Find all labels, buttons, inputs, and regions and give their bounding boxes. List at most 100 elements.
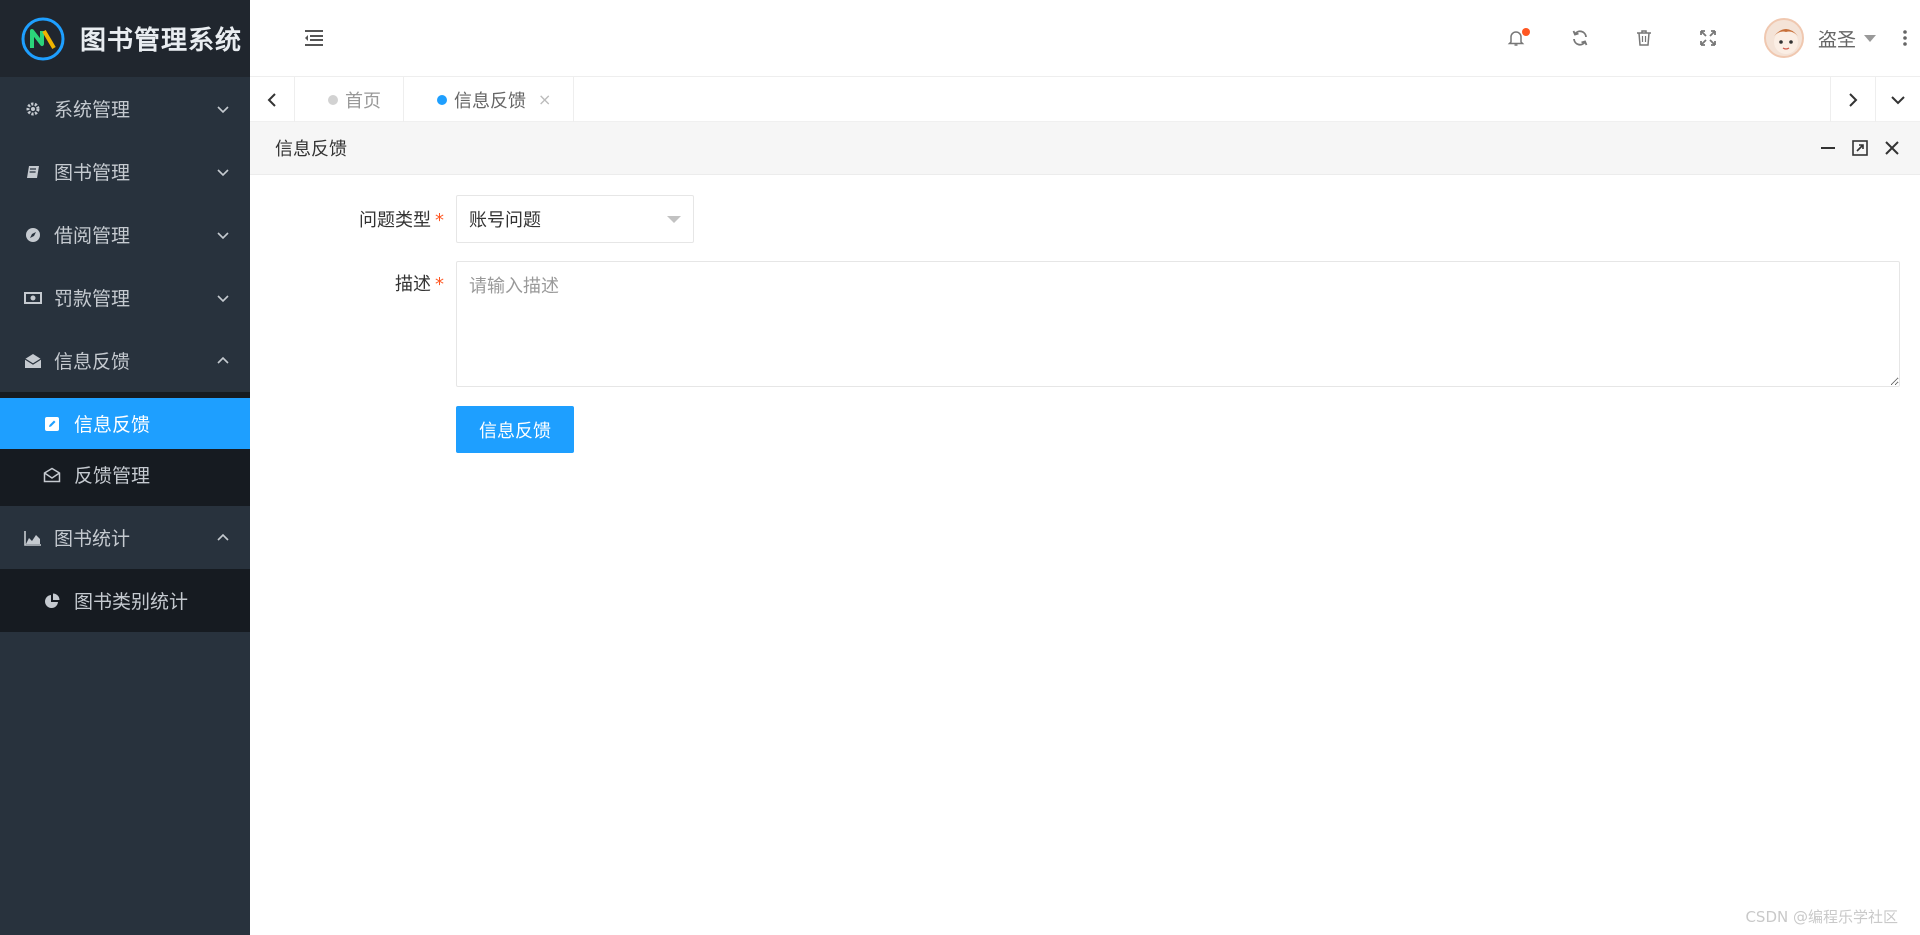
menu-collapse-icon[interactable] — [302, 26, 326, 50]
sidebar-item-label: 图书管理 — [54, 162, 131, 184]
type-label-text: 问题类型 — [359, 210, 431, 231]
notification-button[interactable] — [1484, 0, 1548, 77]
description-textarea[interactable] — [456, 261, 1900, 387]
trash-icon — [1636, 30, 1651, 46]
maximize-icon — [1852, 140, 1868, 156]
sidebar-item-fines[interactable]: 罚款管理 — [0, 266, 250, 329]
tab-home[interactable]: 首页 — [295, 77, 404, 122]
feedback-form: 问题类型* 账号问题 描述* 信息反馈 — [250, 175, 1920, 453]
edit-icon — [43, 415, 61, 433]
sidebar-item-system[interactable]: 系统管理 — [0, 77, 250, 140]
close-icon[interactable]: × — [538, 90, 551, 109]
feedback-submenu: 信息反馈 反馈管理 — [0, 392, 250, 506]
app-title: 图书管理系统 — [80, 26, 243, 56]
submit-feedback-button[interactable]: 信息反馈 — [456, 406, 574, 453]
pie-chart-icon — [43, 592, 61, 610]
chevron-down-icon — [217, 105, 229, 113]
tabs-dropdown[interactable] — [1875, 77, 1920, 122]
sidebar: 图书管理系统 系统管理 图书管理 借阅管理 罚款管理 信息反馈 信息反馈 反馈管… — [0, 0, 250, 935]
sidebar-subitem-label: 图书类别统计 — [74, 591, 189, 613]
user-name: 盗圣 — [1817, 28, 1856, 51]
page-title: 信息反馈 — [275, 139, 347, 160]
sidebar-subitem-category-stats[interactable]: 图书类别统计 — [0, 575, 250, 626]
sidebar-item-feedback[interactable]: 信息反馈 — [0, 329, 250, 392]
tabs-scroll-right[interactable] — [1830, 77, 1875, 122]
sidebar-menu-lower: 图书统计 — [0, 506, 250, 569]
compass-icon — [24, 226, 42, 244]
chevron-right-icon — [1849, 92, 1858, 107]
more-button[interactable] — [1890, 0, 1920, 77]
sidebar-item-books[interactable]: 图书管理 — [0, 140, 250, 203]
money-icon — [24, 289, 42, 307]
select-value: 账号问题 — [469, 210, 541, 231]
chevron-down-icon — [217, 168, 229, 176]
sidebar-subitem-label: 反馈管理 — [74, 465, 151, 487]
fullscreen-button[interactable] — [1676, 0, 1740, 77]
panel-header: 信息反馈 — [250, 122, 1920, 175]
sidebar-item-label: 信息反馈 — [54, 351, 131, 373]
chevron-down-icon — [217, 231, 229, 239]
form-row-type: 问题类型 * 账号问题 — [250, 195, 1920, 243]
required-mark: * — [435, 210, 444, 231]
close-panel-button[interactable] — [1876, 132, 1908, 164]
notification-dot — [1521, 27, 1530, 36]
user-menu[interactable]: 盗圣 — [1740, 18, 1890, 58]
more-vertical-icon — [1903, 30, 1907, 46]
gear-icon — [24, 100, 42, 118]
sidebar-item-label: 借阅管理 — [54, 225, 131, 247]
tab-dot — [437, 94, 447, 105]
sidebar-item-stats[interactable]: 图书统计 — [0, 506, 250, 569]
tab-list: 首页 信息反馈 × — [295, 77, 1830, 122]
form-row-desc: 描述 * — [250, 261, 1920, 387]
form-row-submit: 信息反馈 — [250, 406, 1920, 453]
minimize-icon — [1821, 147, 1835, 149]
page-tabs: 首页 信息反馈 × — [250, 77, 1920, 122]
watermark: CSDN @编程乐学社区 — [1745, 908, 1898, 926]
refresh-icon — [1572, 30, 1588, 46]
stats-submenu: 图书类别统计 — [0, 569, 250, 632]
tab-feedback[interactable]: 信息反馈 × — [404, 77, 575, 122]
maximize-button[interactable] — [1844, 132, 1876, 164]
caret-down-icon — [1864, 34, 1876, 42]
chevron-down-icon — [217, 294, 229, 302]
tabs-scroll-left[interactable] — [250, 77, 295, 122]
tab-dot — [328, 94, 338, 105]
header-actions: 盗圣 — [1484, 0, 1920, 76]
select-arrow-icon — [667, 216, 681, 223]
fullscreen-icon — [1700, 30, 1716, 46]
sidebar-subitem-feedback[interactable]: 信息反馈 — [0, 398, 250, 449]
form-spacer — [250, 406, 456, 453]
chevron-up-icon — [217, 356, 229, 364]
avatar-image — [1773, 29, 1798, 54]
area-chart-icon — [24, 529, 42, 547]
avatar — [1763, 18, 1804, 58]
type-label: 问题类型 * — [250, 206, 456, 232]
sidebar-item-label: 罚款管理 — [54, 288, 131, 310]
panel-tools — [1812, 132, 1908, 164]
desc-label: 描述 * — [250, 261, 456, 387]
problem-type-select[interactable]: 账号问题 — [456, 195, 694, 243]
sidebar-subitem-label: 信息反馈 — [74, 414, 151, 436]
logo[interactable]: 图书管理系统 — [0, 0, 250, 77]
chevron-up-icon — [217, 533, 229, 541]
sidebar-menu: 系统管理 图书管理 借阅管理 罚款管理 信息反馈 — [0, 77, 250, 392]
tab-label: 信息反馈 — [454, 90, 526, 112]
sidebar-subitem-feedback-manage[interactable]: 反馈管理 — [0, 449, 250, 500]
desc-label-text: 描述 — [395, 274, 431, 295]
book-icon — [24, 163, 42, 181]
top-header: 盗圣 — [250, 0, 1920, 77]
envelope-open-icon — [24, 352, 42, 370]
sidebar-item-label: 系统管理 — [54, 99, 131, 121]
envelope-outline-icon — [43, 466, 61, 484]
tab-label: 首页 — [345, 90, 381, 112]
sidebar-item-label: 图书统计 — [54, 528, 131, 550]
logo-icon — [21, 17, 65, 60]
chevron-left-icon — [267, 92, 276, 107]
chevron-down-icon — [1891, 95, 1905, 104]
close-icon — [1885, 141, 1899, 155]
sidebar-item-borrow[interactable]: 借阅管理 — [0, 203, 250, 266]
minimize-button[interactable] — [1812, 132, 1844, 164]
required-mark: * — [435, 274, 444, 295]
clear-cache-button[interactable] — [1612, 0, 1676, 77]
refresh-button[interactable] — [1548, 0, 1612, 77]
